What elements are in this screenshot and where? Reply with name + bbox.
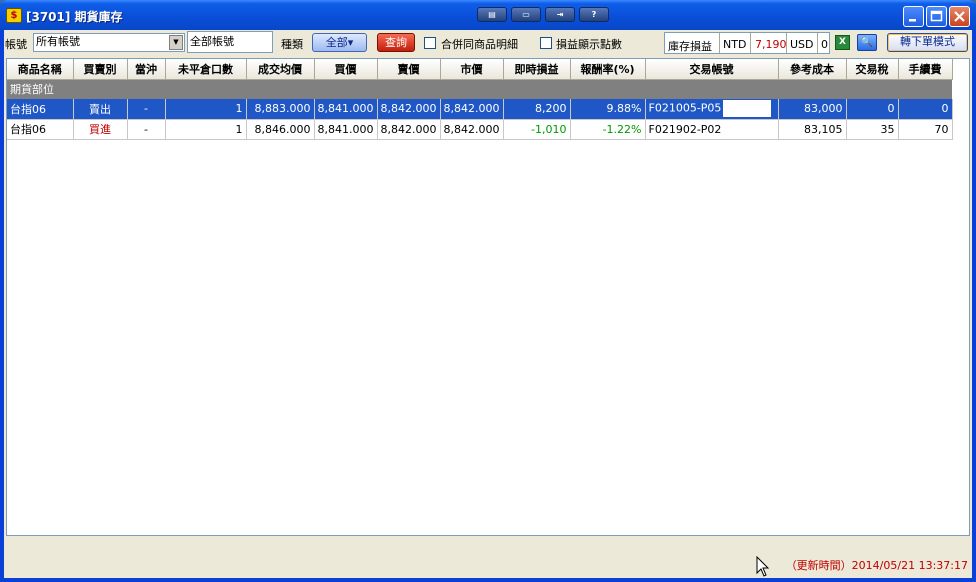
close-icon: [954, 11, 965, 22]
minimize-icon: [909, 19, 916, 22]
points-label: 損益顯示點數: [556, 38, 622, 51]
usd-value: 0: [821, 38, 828, 51]
merge-label: 合併同商品明細: [441, 38, 518, 51]
account-text-field[interactable]: 全部帳號: [187, 31, 273, 53]
cell-ask: 8,842.000: [377, 99, 441, 120]
cell-avg-price: 8,883.000: [246, 99, 315, 120]
col-header-fee[interactable]: 手續費: [898, 59, 953, 80]
table-row[interactable]: 台指06 賣出 - 1 8,883.000 8,841.000 8,842.00…: [7, 99, 953, 120]
help-tool-button[interactable]: ?: [579, 7, 609, 22]
account-select[interactable]: 所有帳號 ▼: [33, 33, 185, 52]
col-header-product[interactable]: 商品名稱: [7, 59, 74, 80]
cell-ref-cost: 83,000: [778, 99, 847, 120]
usd-label: USD: [790, 38, 814, 51]
col-header-avg-price[interactable]: 成交均價: [246, 59, 315, 80]
app-window: $ [3701] 期貨庫存 ▤ ▭ ⇥ ? 帳號 所有帳號 ▼ 全部帳號 種類 …: [0, 0, 976, 582]
cell-ref-cost: 83,105: [778, 119, 847, 140]
pnl-divider: [786, 33, 787, 53]
cell-avg-price: 8,846.000: [246, 119, 315, 140]
inventory-grid[interactable]: 商品名稱 買賣別 當沖 未平倉口數 成交均價 買價 賣價 市價 即時損益 報酬率…: [6, 58, 970, 536]
col-header-account[interactable]: 交易帳號: [645, 59, 779, 80]
status-bar: （更新時間）2014/05/21 13:37:17: [4, 536, 972, 578]
cell-daytrade: -: [127, 99, 166, 120]
order-mode-button[interactable]: 轉下單模式: [887, 33, 968, 52]
cell-market: 8,842.000: [440, 119, 504, 140]
zoom-icon[interactable]: 🔍: [857, 34, 877, 51]
cell-ask: 8,842.000: [377, 119, 441, 140]
pnl-divider: [719, 33, 720, 53]
client-area: 帳號 所有帳號 ▼ 全部帳號 種類 全部▾ 查詢 合併同商品明細 損益顯示點數 …: [4, 30, 972, 578]
col-header-market[interactable]: 市價: [440, 59, 504, 80]
query-button[interactable]: 查詢: [377, 33, 415, 52]
account-select-value: 所有帳號: [36, 35, 80, 48]
maximize-button[interactable]: [926, 6, 947, 27]
cell-side: 賣出: [73, 99, 128, 120]
cell-side: 買進: [73, 119, 128, 140]
col-header-bid[interactable]: 買價: [314, 59, 378, 80]
app-icon: $: [6, 8, 22, 23]
cell-account-text: F021005-P05: [648, 101, 722, 115]
cell-fee: 0: [898, 99, 953, 120]
close-button[interactable]: [949, 6, 970, 27]
cell-product: 台指06: [7, 119, 74, 140]
col-header-return[interactable]: 報酬率(%): [570, 59, 646, 80]
dock-tool-button[interactable]: ⇥: [545, 7, 575, 22]
inventory-table: 商品名稱 買賣別 當沖 未平倉口數 成交均價 買價 賣價 市價 即時損益 報酬率…: [7, 59, 953, 140]
maximize-icon: [930, 10, 943, 22]
col-header-pnl[interactable]: 即時損益: [503, 59, 571, 80]
header-row: 商品名稱 買賣別 當沖 未平倉口數 成交均價 買價 賣價 市價 即時損益 報酬率…: [7, 59, 953, 80]
cell-account: F021902-P02: [645, 119, 779, 140]
group-row: 期貨部位: [7, 79, 952, 99]
filter-toolbar: 帳號 所有帳號 ▼ 全部帳號 種類 全部▾ 查詢 合併同商品明細 損益顯示點數 …: [4, 30, 972, 56]
type-filter-button[interactable]: 全部▾: [312, 33, 367, 52]
window-tool-button[interactable]: ▭: [511, 7, 541, 22]
cell-tax: 0: [846, 99, 899, 120]
title-bar[interactable]: $ [3701] 期貨庫存 ▤ ▭ ⇥ ?: [0, 0, 976, 30]
cell-open-qty: 1: [165, 119, 247, 140]
cell-bid: 8,841.000: [314, 99, 378, 120]
ntd-value: 7,190: [755, 38, 787, 51]
merge-checkbox[interactable]: [424, 37, 436, 49]
points-checkbox[interactable]: [540, 37, 552, 49]
table-row[interactable]: 台指06 買進 - 1 8,846.000 8,841.000 8,842.00…: [7, 119, 953, 140]
cell-pnl: 8,200: [503, 99, 571, 120]
minimize-button[interactable]: [903, 6, 924, 27]
cell-fee: 70: [898, 119, 953, 140]
cell-bid: 8,841.000: [314, 119, 378, 140]
col-header-ask[interactable]: 賣價: [377, 59, 441, 80]
pnl-summary: 庫存損益 NTD 7,190 USD 0: [664, 32, 830, 54]
col-header-ref-cost[interactable]: 參考成本: [778, 59, 847, 80]
cell-product: 台指06: [7, 99, 74, 120]
col-header-tax[interactable]: 交易稅: [846, 59, 899, 80]
col-header-open-qty[interactable]: 未平倉口數: [165, 59, 247, 80]
cell-tax: 35: [846, 119, 899, 140]
cell-account: F021005-P05: [645, 99, 779, 120]
col-header-side[interactable]: 買賣別: [73, 59, 128, 80]
cell-pnl: -1,010: [503, 119, 571, 140]
pnl-label: 庫存損益: [668, 40, 712, 53]
group-label: 期貨部位: [7, 79, 952, 99]
account-mask: [723, 100, 772, 118]
chevron-down-icon[interactable]: ▼: [169, 35, 183, 50]
cell-open-qty: 1: [165, 99, 247, 120]
update-time: （更新時間）2014/05/21 13:37:17: [785, 559, 968, 572]
cell-return: 9.88%: [570, 99, 646, 120]
pnl-divider: [817, 33, 818, 53]
ntd-label: NTD: [723, 38, 747, 51]
cell-daytrade: -: [127, 119, 166, 140]
cell-market: 8,842.000: [440, 99, 504, 120]
window-title: [3701] 期貨庫存: [26, 10, 123, 24]
cell-return: -1.22%: [570, 119, 646, 140]
type-label: 種類: [281, 38, 303, 51]
mouse-cursor-icon: [756, 556, 770, 577]
col-header-daytrade[interactable]: 當沖: [127, 59, 166, 80]
account-label: 帳號: [5, 38, 27, 51]
layout-tool-button[interactable]: ▤: [477, 7, 507, 22]
pnl-divider: [750, 33, 751, 53]
excel-export-icon[interactable]: X: [835, 35, 850, 50]
